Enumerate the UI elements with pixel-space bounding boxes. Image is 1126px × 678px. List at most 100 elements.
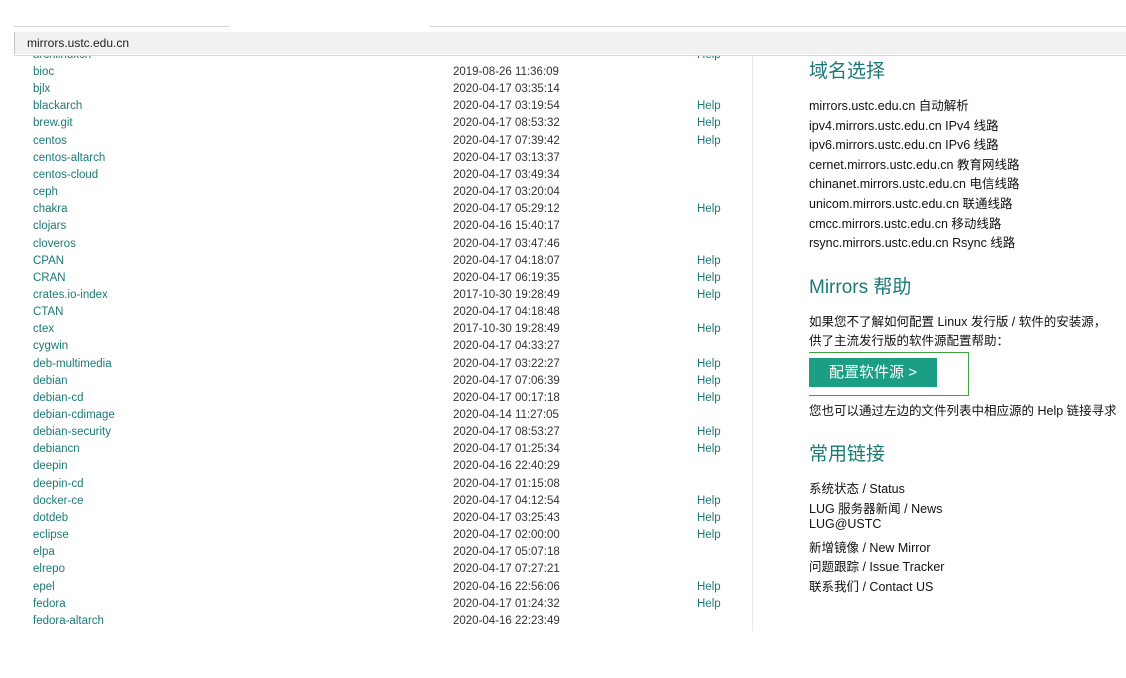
help-link[interactable]: Help xyxy=(697,493,721,510)
mirror-name-link[interactable]: CPAN xyxy=(33,253,64,270)
mirror-name-link[interactable]: crates.io-index xyxy=(33,287,108,304)
common-link[interactable]: 新增镜像 / New Mirror xyxy=(809,537,931,556)
mirror-name-link[interactable]: eclipse xyxy=(33,527,69,544)
domain-option-link[interactable]: cernet.mirrors.ustc.edu.cn 教育网线路 xyxy=(809,154,1019,173)
help-link[interactable]: Help xyxy=(697,510,721,527)
table-row: CPAN 2020-04-17 04:18:07 Help xyxy=(0,253,752,270)
mirror-name-link[interactable]: centos-cloud xyxy=(33,167,98,184)
config-sources-button[interactable]: 配置软件源 > xyxy=(809,358,937,387)
help-link[interactable]: Help xyxy=(697,270,721,287)
mirror-name-link[interactable]: blackarch xyxy=(33,98,82,115)
mirror-name-link[interactable]: bjlx xyxy=(33,81,50,98)
mirror-name-link[interactable]: fedora xyxy=(33,596,66,613)
help-link[interactable]: Help xyxy=(697,579,721,596)
mirror-name-link[interactable]: debian xyxy=(33,373,68,390)
help-link[interactable]: Help xyxy=(697,287,721,304)
mirror-name-link[interactable]: docker-ce xyxy=(33,493,84,510)
table-row: debiancn 2020-04-17 01:25:34 Help xyxy=(0,441,752,458)
mirror-list: archlinuxcn Help bioc 2019-08-26 11:36:09… xyxy=(0,56,752,631)
help-link[interactable]: Help xyxy=(697,98,721,115)
common-link[interactable]: 系统状态 / Status xyxy=(809,478,905,497)
last-update-date: 2020-04-17 03:20:04 xyxy=(453,186,560,199)
last-update-date: 2020-04-17 03:35:14 xyxy=(453,83,560,96)
table-row: crates.io-index 2017-10-30 19:28:49 Help xyxy=(0,287,752,304)
mirror-name-link[interactable]: centos xyxy=(33,133,67,150)
browser-tab-strip xyxy=(0,0,1126,28)
last-update-date: 2020-04-17 03:22:27 xyxy=(453,357,560,370)
mirror-name-link[interactable]: ceph xyxy=(33,184,58,201)
help-link[interactable]: Help xyxy=(697,56,721,64)
last-update-date: 2020-04-17 03:25:43 xyxy=(453,511,560,524)
mirror-name-link[interactable]: debian-cdimage xyxy=(33,407,115,424)
help-link[interactable]: Help xyxy=(697,115,721,132)
mirror-name-link[interactable]: bioc xyxy=(33,64,54,81)
domain-option-link[interactable]: ipv4.mirrors.ustc.edu.cn IPv4 线路 xyxy=(809,115,999,134)
mirror-name-link[interactable]: deepin-cd xyxy=(33,476,84,493)
mirror-name-link[interactable]: elpa xyxy=(33,544,55,561)
help-heading: Mirrors 帮助 xyxy=(809,277,912,298)
table-row: centos-altarch 2020-04-17 03:13:37 xyxy=(0,150,752,167)
last-update-date: 2020-04-17 04:18:48 xyxy=(453,306,560,319)
common-link[interactable]: LUG@USTC xyxy=(809,517,881,531)
help-text: 如果您不了解如何配置 Linux 发行版 / 软件的安装源， xyxy=(809,315,1107,329)
address-url[interactable]: mirrors.ustc.edu.cn xyxy=(27,36,129,50)
help-link[interactable]: Help xyxy=(697,253,721,270)
last-update-date: 2020-04-17 03:49:34 xyxy=(453,168,560,181)
common-link[interactable]: LUG 服务器新闻 / News xyxy=(809,498,942,517)
mirror-name-link[interactable]: dotdeb xyxy=(33,510,68,527)
mirror-name-link[interactable]: brew.git xyxy=(33,115,73,132)
last-update-date: 2020-04-17 04:12:54 xyxy=(453,494,560,507)
last-update-date: 2020-04-17 07:39:42 xyxy=(453,134,560,147)
mirror-name-link[interactable]: debian-cd xyxy=(33,390,84,407)
mirror-name-link[interactable]: cloveros xyxy=(33,236,76,253)
mirror-name-link[interactable]: elrepo xyxy=(33,561,65,578)
last-update-date: 2020-04-14 11:27:05 xyxy=(453,409,559,421)
mirror-name-link[interactable]: archlinuxcn xyxy=(33,56,91,64)
help-link[interactable]: Help xyxy=(697,596,721,613)
column-divider xyxy=(752,56,753,631)
last-update-date: 2020-04-16 15:40:17 xyxy=(453,220,560,233)
last-update-date: 2019-08-26 11:36:09 xyxy=(453,66,559,78)
help-link[interactable]: Help xyxy=(697,133,721,150)
mirror-name-link[interactable]: chakra xyxy=(33,201,68,218)
last-update-date: 2020-04-17 08:53:32 xyxy=(453,117,560,130)
last-update-date: 2020-04-17 00:17:18 xyxy=(453,391,560,404)
last-update-date: 2020-04-17 07:27:21 xyxy=(453,563,560,576)
mirror-name-link[interactable]: ctex xyxy=(33,321,54,338)
domain-option-link[interactable]: mirrors.ustc.edu.cn 自动解析 xyxy=(809,95,969,114)
help-link[interactable]: Help xyxy=(697,390,721,407)
mirror-name-link[interactable]: CRAN xyxy=(33,270,66,287)
last-update-date: 2020-04-16 22:23:49 xyxy=(453,614,560,627)
mirror-name-link[interactable]: cygwin xyxy=(33,338,68,355)
domain-option-link[interactable]: cmcc.mirrors.ustc.edu.cn 移动线路 xyxy=(809,213,1001,232)
help-link[interactable]: Help xyxy=(697,441,721,458)
last-update-date: 2020-04-17 04:18:07 xyxy=(453,254,560,267)
domain-heading: 域名选择 xyxy=(809,61,886,82)
domain-option-link[interactable]: rsync.mirrors.ustc.edu.cn Rsync 线路 xyxy=(809,232,1015,251)
help-link[interactable]: Help xyxy=(697,356,721,373)
mirror-name-link[interactable]: deepin xyxy=(33,458,68,475)
mirror-name-link[interactable]: fedora-altarch xyxy=(33,613,104,630)
help-link[interactable]: Help xyxy=(697,424,721,441)
mirror-name-link[interactable]: debian-security xyxy=(33,424,111,441)
mirror-name-link[interactable]: clojars xyxy=(33,218,66,235)
domain-option-link[interactable]: ipv6.mirrors.ustc.edu.cn IPv6 线路 xyxy=(809,134,999,153)
help-link[interactable]: Help xyxy=(697,321,721,338)
common-link[interactable]: 联系我们 / Contact US xyxy=(809,576,933,595)
mirror-name-link[interactable]: CTAN xyxy=(33,304,63,321)
help-link[interactable]: Help xyxy=(697,527,721,544)
mirror-name-link[interactable]: centos-altarch xyxy=(33,150,105,167)
domain-option-link[interactable]: unicom.mirrors.ustc.edu.cn 联通线路 xyxy=(809,193,1013,212)
address-bar[interactable]: mirrors.ustc.edu.cn xyxy=(14,32,1126,54)
sidebar: 域名选择 mirrors.ustc.edu.cn 自动解析 ipv4.mirror… xyxy=(809,56,1126,631)
help-link[interactable]: Help xyxy=(697,201,721,218)
domain-option-link[interactable]: chinanet.mirrors.ustc.edu.cn 电信线路 xyxy=(809,173,1020,192)
mirror-name-link[interactable]: epel xyxy=(33,579,55,596)
common-link[interactable]: 问题跟踪 / Issue Tracker xyxy=(809,556,944,575)
table-row: elrepo 2020-04-17 07:27:21 xyxy=(0,561,752,578)
table-row: ctex 2017-10-30 19:28:49 Help xyxy=(0,321,752,338)
help-link[interactable]: Help xyxy=(697,373,721,390)
mirror-name-link[interactable]: deb-multimedia xyxy=(33,356,112,373)
last-update-date: 2020-04-16 22:56:06 xyxy=(453,580,560,593)
mirror-name-link[interactable]: debiancn xyxy=(33,441,80,458)
